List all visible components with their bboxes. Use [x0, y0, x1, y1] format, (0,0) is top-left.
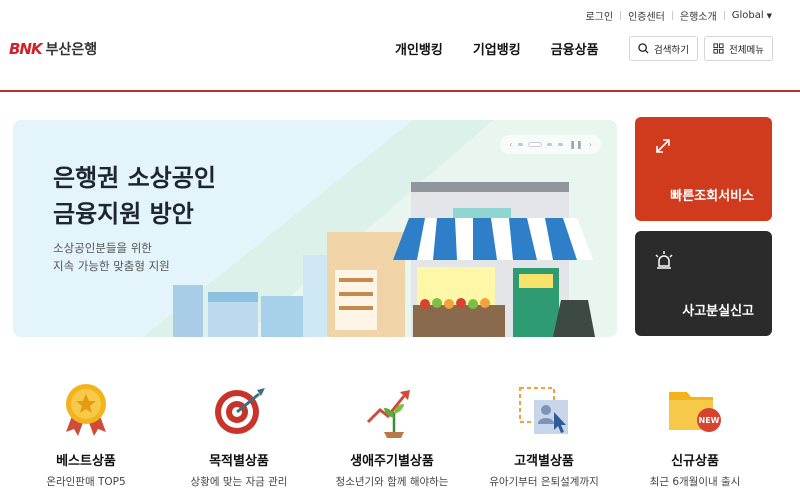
banner-pager: ‹ ❚❚ ›: [500, 135, 601, 154]
next-slide-icon[interactable]: ›: [589, 140, 592, 149]
pause-icon[interactable]: ❚❚: [569, 140, 582, 149]
global-label: Global: [731, 10, 764, 21]
product-customer-subtitle: 유아기부터 은퇴설계까지: [489, 476, 599, 488]
arrows-swap-icon: [656, 139, 670, 153]
search-icon: [638, 43, 649, 54]
quick-inquiry-label: 빠른조회서비스: [670, 189, 754, 204]
banner-title: 은행권 소상공인 금융지원 방안: [53, 160, 216, 232]
divider: [723, 11, 725, 20]
nav-corporate-banking[interactable]: 기업뱅킹: [473, 39, 521, 58]
customer-profile-icon: [519, 387, 568, 434]
target-icon: [215, 388, 265, 434]
banner-subtitle: 소상공인분들을 위한 지속 가능한 맞춤형 지원: [53, 239, 170, 275]
banner-title-line2: 금융지원 방안: [53, 200, 194, 228]
login-link[interactable]: 로그인: [585, 8, 613, 23]
medal-icon: [66, 384, 106, 436]
caret-down-icon: ▼: [766, 11, 772, 20]
bank-intro-link[interactable]: 은행소개: [680, 8, 717, 23]
product-best[interactable]: 베스트상품 온라인판매 TOP5: [11, 382, 161, 489]
product-lifecycle-subtitle: 청소년기와 함께 해야하는: [335, 476, 449, 488]
product-purpose[interactable]: 목적별상품 상황에 맞는 자금 관리: [164, 382, 314, 489]
grid-menu-icon: [713, 43, 724, 54]
pager-dot[interactable]: [547, 143, 553, 146]
prev-slide-icon[interactable]: ‹: [509, 140, 512, 149]
logo[interactable]: BNK 부산은행: [9, 39, 97, 59]
growth-plant-icon: [366, 390, 410, 438]
search-label: 검색하기: [654, 44, 689, 56]
banner-title-line1: 은행권 소상공인: [53, 164, 216, 192]
logo-name: 부산은행: [45, 42, 98, 58]
quick-inquiry-button[interactable]: 빠른조회서비스: [635, 117, 772, 221]
product-customer[interactable]: 고객별상품 유아기부터 은퇴설계까지: [469, 382, 619, 489]
all-menu-label: 전체메뉴: [729, 44, 764, 56]
pager-dot-active[interactable]: [529, 143, 542, 146]
new-badge-text: NEW: [699, 416, 720, 425]
pager-dot[interactable]: [518, 143, 524, 146]
global-dropdown[interactable]: Global ▼: [732, 10, 772, 21]
header-divider: [0, 90, 800, 92]
utility-nav: 로그인 인증센터 은행소개 Global ▼: [585, 8, 772, 23]
promo-banner[interactable]: 은행권 소상공인 금융지원 방안 소상공인분들을 위한 지속 가능한 맞춤형 지…: [13, 120, 617, 337]
nav-personal-banking[interactable]: 개인뱅킹: [395, 39, 443, 58]
siren-icon: [655, 251, 673, 269]
nav-financial-products[interactable]: 금융상품: [551, 39, 599, 58]
product-new-subtitle: 최근 6개월이내 출시: [649, 476, 741, 488]
main-nav: 개인뱅킹 기업뱅킹 금융상품: [395, 39, 599, 58]
divider: [620, 11, 622, 20]
product-purpose-title: 목적별상품: [209, 454, 269, 469]
product-new-title: 신규상품: [671, 454, 719, 469]
logo-mark: BNK: [9, 40, 43, 58]
product-best-title: 베스트상품: [56, 454, 116, 469]
divider: [671, 11, 673, 20]
banner-subtitle-line2: 지속 가능한 맞춤형 지원: [53, 259, 170, 273]
banner-subtitle-line1: 소상공인분들을 위한: [53, 241, 152, 255]
pager-dot[interactable]: [558, 143, 564, 146]
search-button[interactable]: 검색하기: [629, 36, 698, 61]
product-lifecycle-title: 생애주기별상품: [350, 454, 434, 469]
loss-report-label: 사고분실신고: [682, 304, 754, 319]
product-purpose-subtitle: 상황에 맞는 자금 관리: [190, 476, 288, 488]
product-new[interactable]: NEW 신규상품 최근 6개월이내 출시: [620, 382, 770, 489]
cert-center-link[interactable]: 인증센터: [628, 8, 665, 23]
loss-report-button[interactable]: 사고분실신고: [635, 231, 772, 336]
product-best-subtitle: 온라인판매 TOP5: [46, 476, 126, 488]
product-customer-title: 고객별상품: [514, 454, 574, 469]
product-lifecycle[interactable]: 생애주기별상품 청소년기와 함께 해야하는: [317, 382, 467, 489]
new-folder-icon: NEW: [669, 392, 721, 432]
all-menu-button[interactable]: 전체메뉴: [704, 36, 773, 61]
